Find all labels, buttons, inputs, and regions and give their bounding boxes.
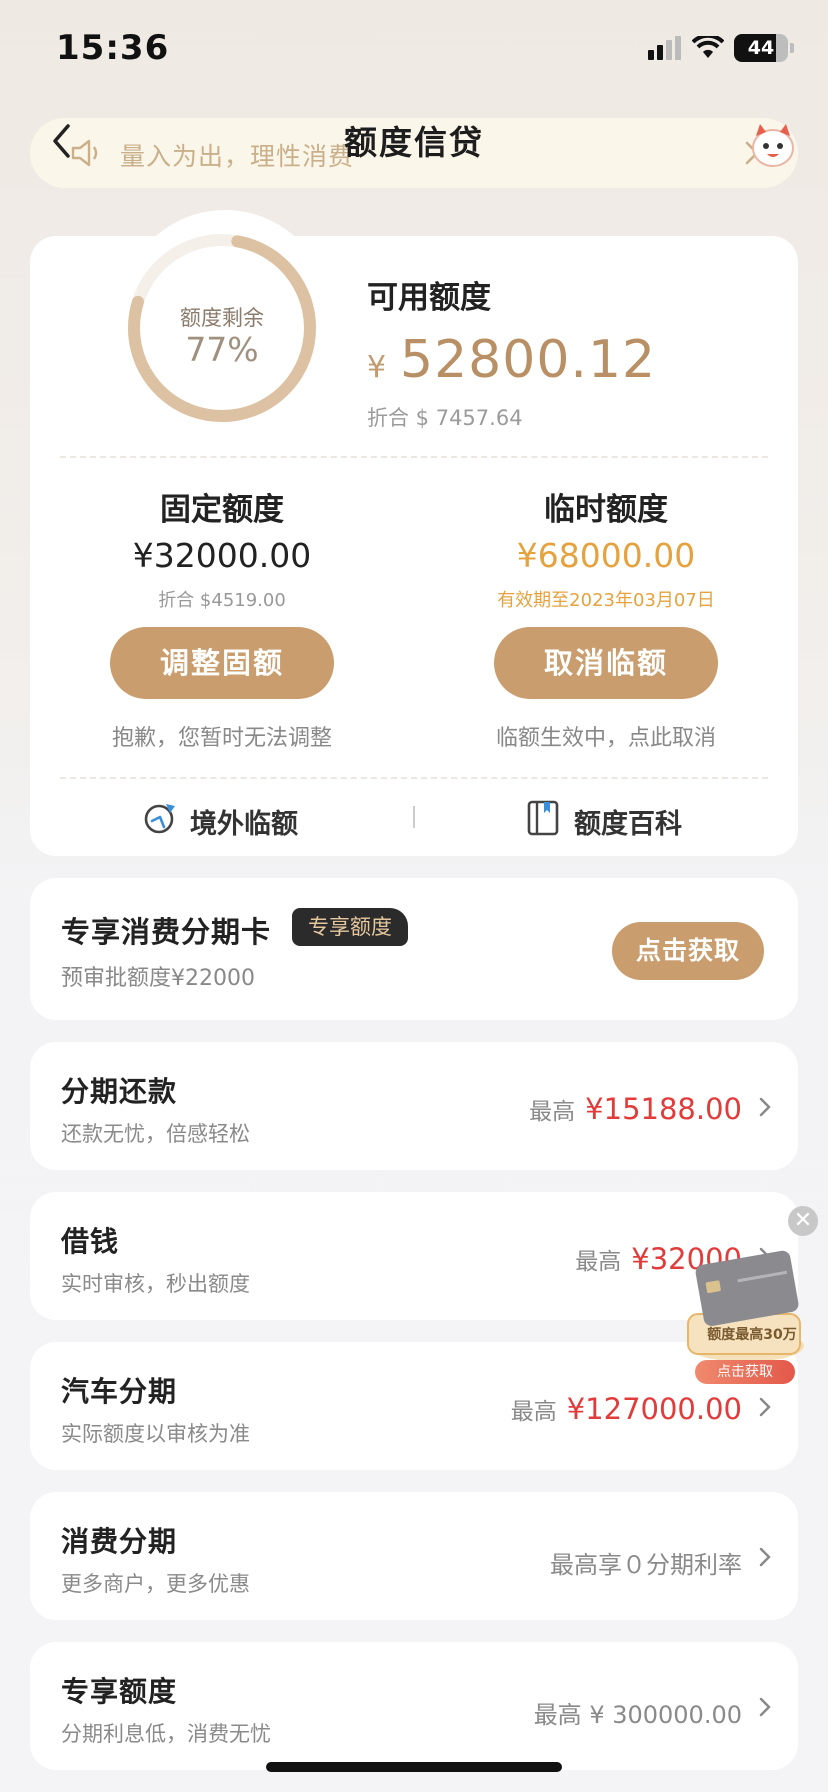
link-divider xyxy=(413,806,415,828)
temp-quota-title: 临时额度 xyxy=(544,492,668,528)
battery-tip xyxy=(790,43,794,53)
wifi-icon xyxy=(692,36,724,58)
promo-get-button[interactable]: 点击获取 xyxy=(612,922,764,980)
home-indicator[interactable] xyxy=(266,1762,562,1772)
mascot-icon[interactable] xyxy=(748,118,798,170)
divider xyxy=(60,777,768,779)
row-title: 汽车分期 xyxy=(61,1375,178,1408)
overseas-temp-link[interactable]: 境外临额 xyxy=(190,802,298,841)
row-amount: ¥127000.00 xyxy=(566,1392,742,1426)
promo-sub: 预审批额度¥22000 xyxy=(61,966,255,991)
available-converted: 折合 $ 7457.64 xyxy=(367,406,523,430)
book-icon xyxy=(527,800,559,836)
available-currency: ¥ xyxy=(367,350,387,385)
ring-percent: 77% xyxy=(185,330,259,369)
available-amount: 52800.12 xyxy=(400,330,657,390)
page-title: 额度信贷 xyxy=(344,123,484,162)
quota-wiki-link[interactable]: 额度百科 xyxy=(574,802,682,841)
divider xyxy=(60,456,768,458)
row-amount: 最高享０分期利率 xyxy=(550,1551,742,1579)
row-title: 消费分期 xyxy=(61,1525,178,1558)
adjust-fixed-button[interactable]: 调整固额 xyxy=(110,627,334,699)
row-sub: 实时审核，秒出额度 xyxy=(61,1272,250,1296)
temp-quota-note[interactable]: 临额生效中，点此取消 xyxy=(414,720,798,752)
chevron-right-icon xyxy=(759,1097,771,1117)
promo-badge: 专享额度 xyxy=(292,908,408,946)
available-title: 可用额度 xyxy=(367,280,491,316)
status-icons: 44 xyxy=(648,34,794,62)
row-value: 最高 ¥ 300000.00 xyxy=(534,1695,742,1730)
row-title: 分期还款 xyxy=(61,1075,178,1108)
chevron-right-icon xyxy=(759,1697,771,1717)
row-sub: 实际额度以审核为准 xyxy=(61,1422,250,1446)
row-title: 借钱 xyxy=(61,1225,120,1258)
status-time: 15:36 xyxy=(56,28,170,68)
row-sub: 还款无忧，倍感轻松 xyxy=(61,1122,250,1146)
row-prefix: 最高 xyxy=(575,1249,622,1275)
ring-label: 额度剩余 xyxy=(180,306,264,330)
ad-get-button[interactable]: 点击获取 xyxy=(695,1360,795,1384)
ad-close-button[interactable]: ✕ xyxy=(788,1206,818,1236)
row-amount: 最高 ¥ 300000.00 xyxy=(533,1701,742,1729)
signal-icon xyxy=(648,36,681,60)
row-sub: 分期利息低，消费无忧 xyxy=(61,1722,271,1746)
fixed-quota-note: 抱歉，您暂时无法调整 xyxy=(111,726,332,751)
battery-icon: 44 xyxy=(734,34,788,62)
globe-plane-icon xyxy=(144,804,175,834)
temp-quota-validity: 有效期至2023年03月07日 xyxy=(497,590,715,611)
row-sub: 更多商户，更多优惠 xyxy=(61,1572,250,1596)
cancel-temp-button[interactable]: 取消临额 xyxy=(494,627,718,699)
ad-text: 额度最高30万 xyxy=(707,1327,797,1343)
row-value: 最高 ¥127000.00 xyxy=(511,1392,742,1426)
row-prefix: 最高 xyxy=(510,1399,557,1425)
fixed-quota-converted: 折合 $4519.00 xyxy=(158,590,286,611)
row-title: 专享额度 xyxy=(61,1675,178,1708)
credit-card-ad-icon[interactable] xyxy=(680,1250,808,1368)
row-prefix: 最高 xyxy=(529,1099,576,1125)
promo-title: 专享消费分期卡 xyxy=(61,915,272,949)
row-amount: ¥15188.00 xyxy=(585,1092,742,1126)
fixed-quota-title: 固定额度 xyxy=(160,492,284,528)
fixed-quota-amount: ¥32000.00 xyxy=(132,536,312,575)
temp-quota-amount: ¥68000.00 xyxy=(516,536,696,575)
chevron-right-icon xyxy=(759,1397,771,1417)
chevron-right-icon xyxy=(759,1547,771,1567)
row-value: 最高 ¥15188.00 xyxy=(529,1092,742,1126)
row-value: 最高享０分期利率 xyxy=(550,1545,742,1580)
